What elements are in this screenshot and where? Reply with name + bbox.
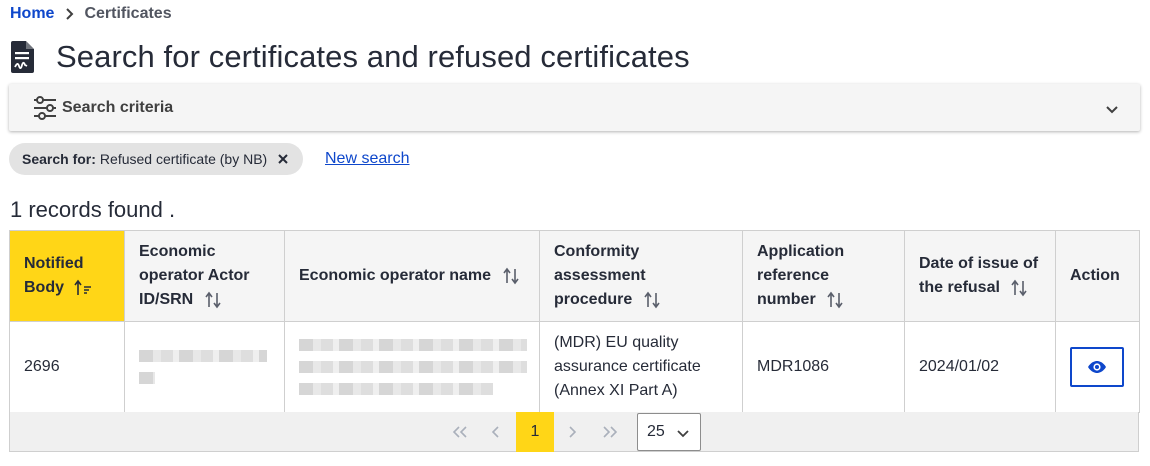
redacted-block — [299, 361, 527, 373]
close-icon[interactable] — [277, 153, 289, 165]
next-page-icon[interactable] — [553, 412, 591, 452]
cell-refusal-date: 2024/01/02 — [904, 321, 1056, 413]
search-criteria-label: Search criteria — [62, 98, 174, 116]
sort-icon[interactable] — [1010, 279, 1028, 297]
page-size-select[interactable]: 25 — [637, 413, 701, 451]
eye-icon — [1087, 360, 1107, 374]
sort-ascending-icon[interactable] — [74, 279, 92, 297]
column-header-action: Action — [1055, 230, 1140, 322]
chevron-down-icon[interactable] — [1104, 101, 1120, 117]
redacted-block — [139, 350, 267, 362]
breadcrumb: Home Certificates — [10, 5, 172, 23]
pagination: 1 25 — [9, 412, 1139, 452]
cell-reference: MDR1086 — [742, 321, 905, 413]
records-count: 1 records found . — [10, 197, 176, 222]
column-header-label: Economic operator Actor ID/SRN — [139, 243, 250, 308]
column-header-notified-body[interactable]: Notified Body — [9, 230, 125, 322]
cell-action — [1055, 321, 1140, 413]
cell-operator-name — [284, 321, 540, 413]
page-title: Search for certificates and refused cert… — [56, 39, 690, 74]
certificate-file-icon — [10, 40, 36, 74]
page-button-current[interactable]: 1 — [516, 412, 554, 452]
redacted-block — [299, 383, 493, 395]
search-criteria-panel[interactable]: Search criteria — [9, 84, 1140, 131]
redacted-block — [139, 372, 155, 384]
column-header-reference[interactable]: Application reference number — [742, 230, 905, 322]
filter-chip-value: Refused certificate (by NB) — [99, 151, 268, 167]
sliders-icon — [32, 95, 58, 120]
column-header-label: Conformity assessment procedure — [554, 243, 646, 308]
sort-icon[interactable] — [502, 267, 520, 285]
column-header-label: Action — [1070, 267, 1120, 284]
column-header-operator-name[interactable]: Economic operator name — [284, 230, 540, 322]
view-details-button[interactable] — [1070, 347, 1124, 387]
first-page-icon[interactable] — [441, 412, 479, 452]
sort-icon[interactable] — [643, 291, 661, 309]
last-page-icon[interactable] — [591, 412, 629, 452]
cell-actor-id — [124, 321, 285, 413]
column-header-actor-id[interactable]: Economic operator Actor ID/SRN — [124, 230, 285, 322]
column-header-refusal-date[interactable]: Date of issue of the refusal — [904, 230, 1056, 322]
filter-chip-prefix: Search for: — [22, 151, 96, 167]
results-table: Notified Body Economic operator Actor ID… — [9, 230, 1140, 413]
cell-notified-body: 2696 — [9, 321, 125, 413]
column-header-procedure[interactable]: Conformity assessment procedure — [539, 230, 743, 322]
breadcrumb-current: Certificates — [84, 5, 172, 22]
page-header: Search for certificates and refused cert… — [10, 38, 690, 76]
sort-icon[interactable] — [826, 291, 844, 309]
table-header-row: Notified Body Economic operator Actor ID… — [9, 230, 1140, 322]
page-size-value: 25 — [647, 423, 665, 440]
new-search-link[interactable]: New search — [325, 150, 409, 168]
column-header-label: Economic operator name — [299, 267, 492, 284]
previous-page-icon[interactable] — [477, 412, 515, 452]
chevron-down-icon — [676, 426, 690, 440]
chevron-right-icon — [65, 8, 75, 20]
breadcrumb-home-link[interactable]: Home — [10, 5, 54, 23]
filter-chip: Search for: Refused certificate (by NB) — [9, 143, 303, 175]
table-row: 2696 (MDR) EU quality assurance certific… — [9, 321, 1140, 413]
sort-icon[interactable] — [204, 291, 222, 309]
redacted-block — [299, 339, 527, 351]
cell-procedure: (MDR) EU quality assurance certificate (… — [539, 321, 743, 413]
